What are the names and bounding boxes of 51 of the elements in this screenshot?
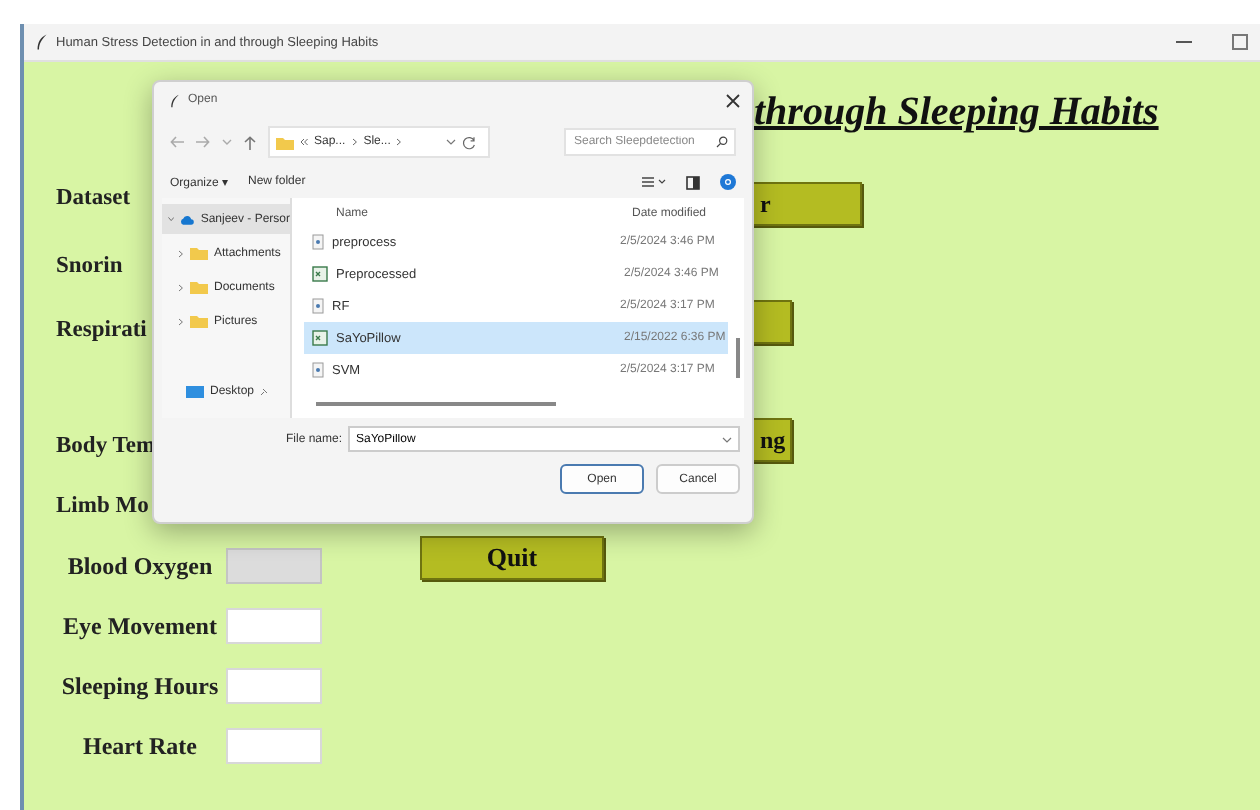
app-heading: through Sleeping Habits: [754, 90, 1159, 136]
action-button[interactable]: r: [752, 182, 862, 226]
field-label: Dataset: [56, 186, 131, 210]
chevron-right-icon: [178, 317, 184, 325]
desktop-icon: [186, 385, 204, 397]
field-label: Heart Rate: [81, 731, 199, 761]
action-button[interactable]: [752, 300, 792, 344]
folder-icon: [190, 280, 208, 294]
field-label: Limb Mo: [56, 494, 149, 518]
chevron-down-icon[interactable]: [446, 138, 456, 146]
maximize-icon[interactable]: [1232, 34, 1248, 50]
input-field[interactable]: [226, 728, 322, 764]
feather-icon: [170, 93, 180, 107]
preview-pane-icon[interactable]: [686, 175, 700, 189]
folder-icon: [276, 135, 294, 149]
field-label: Sleeping Hours: [59, 671, 221, 701]
search-icon: [716, 136, 728, 148]
field-label: Eye Movement: [61, 611, 219, 641]
close-icon[interactable]: [726, 93, 740, 107]
chevron-down-icon[interactable]: [222, 138, 232, 146]
input-field[interactable]: [226, 608, 322, 644]
action-button[interactable]: ng: [752, 418, 792, 462]
horizontal-scrollbar[interactable]: [316, 402, 556, 406]
field-label: Snorin: [56, 254, 123, 278]
quit-button[interactable]: Quit: [420, 536, 604, 580]
spreadsheet-icon: [312, 266, 328, 282]
help-icon[interactable]: [720, 174, 736, 190]
cloud-icon: [180, 213, 195, 225]
field-label: Blood Oxygen: [65, 551, 215, 581]
file-icon: [312, 362, 324, 378]
input-field[interactable]: [226, 668, 322, 704]
folder-icon: [190, 314, 208, 328]
view-options-icon[interactable]: [642, 176, 666, 188]
forward-arrow-icon[interactable]: [196, 136, 210, 148]
back-arrow-icon[interactable]: [170, 136, 184, 148]
vertical-scrollbar[interactable]: [736, 338, 740, 378]
chevron-right-icon: [178, 283, 184, 291]
refresh-icon[interactable]: [462, 135, 476, 149]
chevron-right-icon: [396, 138, 403, 146]
chevron-down-icon: [722, 436, 732, 444]
file-icon: [312, 298, 324, 314]
up-arrow-icon[interactable]: [244, 135, 256, 149]
chevron-right-icon: [178, 249, 184, 257]
spreadsheet-icon: [312, 330, 328, 346]
chevron-down-icon: [168, 216, 175, 222]
field-label: Respirati: [56, 318, 147, 342]
feather-icon: [36, 34, 48, 50]
folder-icon: [190, 246, 208, 260]
file-icon: [312, 234, 324, 250]
chevrons-icon: [300, 138, 308, 146]
chevron-right-icon: [351, 138, 358, 146]
